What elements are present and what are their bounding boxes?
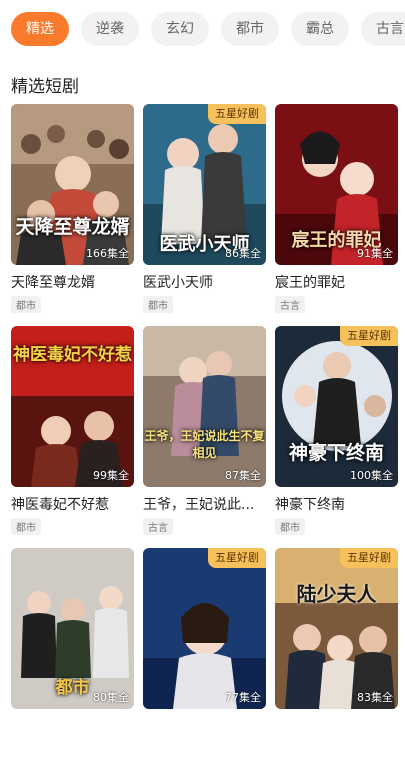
drama-title[interactable]: 天降至尊龙婿 [11,272,134,292]
genre-tag: 古言 [143,518,173,535]
drama-title[interactable]: 神医毒妃不好惹 [11,494,134,514]
drama-card[interactable]: 王爷，王妃说此生不复相见 87集全 王爷，王妃说此... 古言 [143,326,266,548]
drama-card[interactable]: 宸王的罪妃 91集全 宸王的罪妃 古言 [275,104,398,326]
genre-tag: 都市 [11,296,41,313]
poster-title-art: 陆少夫人 [296,582,377,606]
drama-grid: 天降至尊龙婿 166集全 天降至尊龙婿 都市 五星好剧 医武小天师 86集全 医… [11,104,398,770]
five-star-badge: 五星好剧 [340,326,398,346]
five-star-badge: 五星好剧 [208,104,266,124]
poster-image [143,548,266,709]
poster-image [11,104,134,265]
genre-tag: 古言 [275,296,305,313]
episode-count: 83集全 [357,691,393,704]
episode-count: 99集全 [93,469,129,482]
drama-poster[interactable]: 五星好剧 医武小天师 86集全 [143,104,266,265]
poster-image [143,326,266,487]
drama-poster[interactable]: 五星好剧 77集全 [143,548,266,709]
episode-count: 87集全 [225,469,261,482]
drama-poster[interactable]: 王爷，王妃说此生不复相见 87集全 [143,326,266,487]
episode-count: 166集全 [86,247,129,260]
drama-card[interactable]: 都市 80集全 [11,548,134,770]
episode-count: 91集全 [357,247,393,260]
poster-title-art: 天降至尊龙婿 [15,216,130,238]
episode-count: 77集全 [225,691,261,704]
drama-title[interactable]: 神豪下终南 [275,494,398,514]
tab-urban[interactable]: 都市 [221,12,279,46]
episode-count: 86集全 [225,247,261,260]
poster-image [275,548,398,709]
drama-card[interactable]: 天降至尊龙婿 166集全 天降至尊龙婿 都市 [11,104,134,326]
drama-poster[interactable]: 五星好剧 神豪下终南 100集全 [275,326,398,487]
five-star-badge: 五星好剧 [208,548,266,568]
drama-card[interactable]: 五星好剧 医武小天师 86集全 医武小天师 都市 [143,104,266,326]
drama-poster[interactable]: 宸王的罪妃 91集全 [275,104,398,265]
genre-tag: 都市 [275,518,305,535]
poster-title-art: 王爷，王妃说此生不复相见 [144,429,265,460]
drama-poster[interactable]: 神医毒妃不好惹 99集全 [11,326,134,487]
tab-featured[interactable]: 精选 [11,12,69,46]
five-star-badge: 五星好剧 [340,548,398,568]
section-title: 精选短剧 [11,77,79,97]
genre-tag: 都市 [143,296,173,313]
episode-count: 80集全 [93,691,129,704]
episode-count: 100集全 [350,469,393,482]
drama-card[interactable]: 五星好剧 陆少夫人 83集全 [275,548,398,770]
genre-tag: 都市 [11,518,41,535]
tab-fantasy[interactable]: 玄幻 [151,12,209,46]
drama-card[interactable]: 五星好剧 77集全 [143,548,266,770]
drama-poster[interactable]: 天降至尊龙婿 166集全 [11,104,134,265]
drama-title[interactable]: 王爷，王妃说此... [143,494,266,514]
poster-title-art: 神医毒妃不好惹 [13,345,132,365]
drama-title[interactable]: 医武小天师 [143,272,266,292]
tab-ancient-romance[interactable]: 古言 [361,12,405,46]
drama-card[interactable]: 五星好剧 神豪下终南 100集全 神豪下终南 都市 [275,326,398,548]
drama-poster[interactable]: 五星好剧 陆少夫人 83集全 [275,548,398,709]
poster-title-art: 神豪下终南 [288,442,384,464]
category-tabs: 精选 逆袭 玄幻 都市 霸总 古言 [11,12,405,46]
drama-card[interactable]: 神医毒妃不好惹 99集全 神医毒妃不好惹 都市 [11,326,134,548]
tab-ceo[interactable]: 霸总 [291,12,349,46]
tab-comeback[interactable]: 逆袭 [81,12,139,46]
drama-title[interactable]: 宸王的罪妃 [275,272,398,292]
drama-poster[interactable]: 都市 80集全 [11,548,134,709]
